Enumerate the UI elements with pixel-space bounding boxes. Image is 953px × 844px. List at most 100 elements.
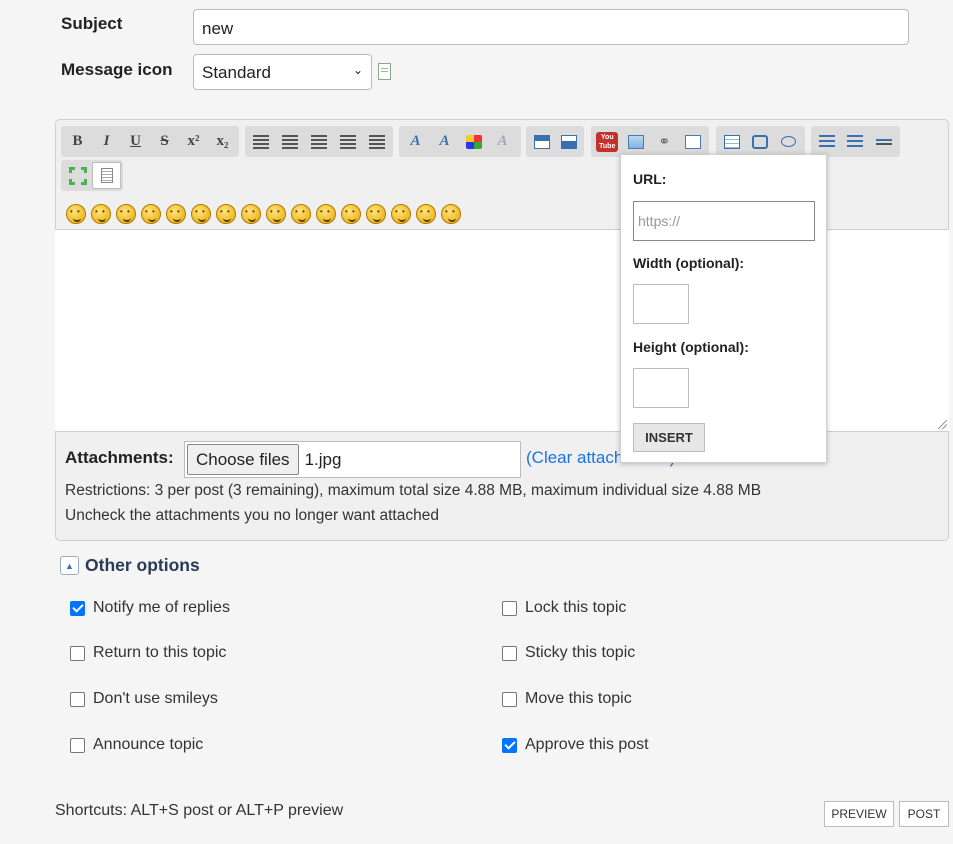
message-icon-select[interactable]: Standard ⌄: [193, 54, 372, 90]
resize-grip-icon[interactable]: [938, 420, 947, 429]
justify-button[interactable]: [362, 128, 391, 155]
shortcuts-hint: Shortcuts: ALT+S post or ALT+P preview: [55, 802, 344, 819]
file-input[interactable]: Choose files 1.jpg: [184, 441, 521, 478]
smiley-sad-icon[interactable]: [191, 204, 211, 224]
align-left-button[interactable]: [247, 128, 276, 155]
option-approve-post[interactable]: Approve this post: [502, 736, 649, 754]
subject-input[interactable]: new: [193, 9, 909, 45]
smiley-crying-icon[interactable]: [441, 204, 461, 224]
toolbar-list-group: [811, 126, 900, 157]
message-icon-selected: Standard: [202, 63, 271, 82]
lock-topic-checkbox[interactable]: [502, 600, 517, 616]
italic-button[interactable]: I: [92, 128, 121, 155]
url-label: URL:: [633, 171, 667, 187]
post-button[interactable]: POST: [899, 801, 949, 827]
font-size-button[interactable]: A: [430, 128, 459, 155]
font-button[interactable]: A: [401, 128, 430, 155]
height-input[interactable]: [633, 368, 689, 408]
insert-button[interactable]: INSERT: [633, 423, 705, 452]
image-icon: [627, 134, 644, 149]
toolbar-block-group: [526, 126, 584, 157]
underline-button[interactable]: U: [121, 128, 150, 155]
return-to-topic-checkbox[interactable]: [70, 645, 85, 661]
notify-replies-checkbox[interactable]: [70, 600, 85, 616]
subscript-button[interactable]: x₂: [208, 128, 237, 155]
sticky-topic-checkbox[interactable]: [502, 645, 517, 661]
option-return-to-topic[interactable]: Return to this topic: [70, 644, 226, 662]
smiley-thinking-icon[interactable]: [391, 204, 411, 224]
numbered-list-icon: [847, 134, 864, 149]
insert-email-button[interactable]: [679, 128, 708, 155]
bullet-list-icon: [819, 134, 836, 149]
toolbar-font-group: A A A: [399, 126, 521, 157]
bold-button[interactable]: B: [63, 128, 92, 155]
strikethrough-button[interactable]: S: [150, 128, 179, 155]
option-sticky-topic[interactable]: Sticky this topic: [502, 644, 635, 662]
insert-spoiler-button[interactable]: [746, 128, 774, 155]
horizontal-rule-button[interactable]: [870, 128, 898, 155]
email-icon: [684, 134, 701, 149]
option-lock-topic[interactable]: Lock this topic: [502, 599, 626, 617]
height-label: Height (optional):: [633, 339, 749, 355]
option-announce-topic[interactable]: Announce topic: [70, 736, 203, 754]
bullet-list-button[interactable]: [813, 128, 841, 155]
smiley-surprised-icon[interactable]: [416, 204, 436, 224]
expand-icon: [68, 166, 87, 185]
width-input[interactable]: [633, 284, 689, 324]
option-label: Move this topic: [525, 690, 632, 707]
other-options-title: Other options: [85, 555, 200, 575]
source-mode-button[interactable]: [92, 162, 121, 189]
toolbar-insert-group: [716, 126, 805, 157]
smiley-frown-icon[interactable]: [341, 204, 361, 224]
align-justify-button[interactable]: [276, 128, 305, 155]
smiley-grimace-icon[interactable]: [366, 204, 386, 224]
url-input[interactable]: https://: [633, 201, 815, 241]
preview-button[interactable]: PREVIEW: [824, 801, 894, 827]
superscript-button[interactable]: x²: [179, 128, 208, 155]
approve-post-checkbox[interactable]: [502, 737, 517, 753]
insert-image-popup: URL: https:// Width (optional): Height (…: [620, 154, 827, 463]
announce-topic-checkbox[interactable]: [70, 737, 85, 753]
option-notify-replies[interactable]: Notify me of replies: [70, 599, 230, 617]
numbered-list-button[interactable]: [841, 128, 869, 155]
attachment-uncheck-note: Uncheck the attachments you no longer wa…: [65, 507, 439, 524]
maximize-button[interactable]: [63, 162, 92, 189]
option-move-topic[interactable]: Move this topic: [502, 690, 632, 708]
youtube-button[interactable]: You Tube: [593, 128, 622, 155]
code-button[interactable]: [528, 128, 555, 155]
color-palette-icon: [465, 134, 482, 149]
smiley-nerd-icon[interactable]: [291, 204, 311, 224]
insert-quote-button[interactable]: [775, 128, 803, 155]
no-smileys-checkbox[interactable]: [70, 691, 85, 707]
quote-block-icon: [560, 134, 577, 149]
align-right-button[interactable]: [333, 128, 362, 155]
youtube-icon: You Tube: [596, 131, 619, 152]
smiley-confused-icon[interactable]: [216, 204, 236, 224]
move-topic-checkbox[interactable]: [502, 691, 517, 707]
insert-link-button[interactable]: ⚭: [650, 128, 679, 155]
option-label: Don't use smileys: [93, 690, 218, 707]
smiley-shocked-icon[interactable]: [316, 204, 336, 224]
font-color-button[interactable]: [459, 128, 488, 155]
horizontal-rule-icon: [875, 138, 892, 145]
choose-files-button[interactable]: Choose files: [187, 444, 299, 475]
collapse-toggle-button[interactable]: ▲: [60, 556, 79, 575]
smiley-grin-icon[interactable]: [116, 204, 136, 224]
font-size-icon: A: [439, 133, 450, 149]
smiley-angry-icon[interactable]: [166, 204, 186, 224]
justify-icon: [368, 134, 385, 149]
option-no-smileys[interactable]: Don't use smileys: [70, 690, 218, 708]
smiley-happy-icon[interactable]: [91, 204, 111, 224]
width-label: Width (optional):: [633, 255, 745, 271]
align-center-button[interactable]: [305, 128, 334, 155]
smiley-wink-icon[interactable]: [266, 204, 286, 224]
smiley-laugh-icon[interactable]: [141, 204, 161, 224]
insert-table-button[interactable]: [718, 128, 746, 155]
quote-button[interactable]: [555, 128, 582, 155]
remove-format-button[interactable]: A: [488, 128, 517, 155]
insert-image-button[interactable]: [622, 128, 651, 155]
smiley-smile-icon[interactable]: [66, 204, 86, 224]
option-label: Return to this topic: [93, 644, 227, 661]
speech-bubble-icon: [781, 136, 797, 147]
smiley-cool-icon[interactable]: [241, 204, 261, 224]
